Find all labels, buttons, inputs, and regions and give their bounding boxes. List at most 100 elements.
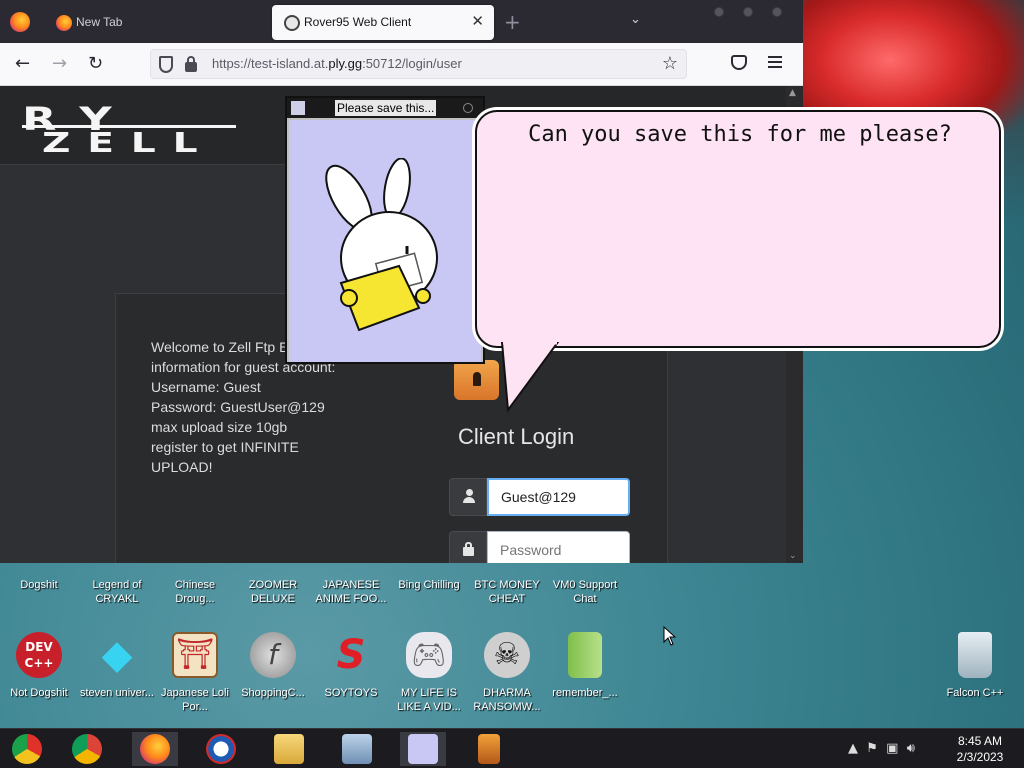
icon-label: Chinese Droug... [174, 579, 216, 605]
star-icon[interactable]: ☆ [662, 53, 678, 74]
taskbar-book[interactable] [466, 732, 512, 766]
icon-label: Dogshit [20, 579, 58, 591]
close-icon[interactable] [463, 103, 473, 113]
archive-icon [568, 632, 602, 678]
icon-label: remember_... [552, 687, 618, 699]
url-text[interactable]: https://test-island.at.ply.gg:50712/logi… [212, 56, 462, 71]
desktop-icon-btc-money[interactable]: BTC MONEY CHEAT [468, 578, 546, 606]
tray-icons[interactable]: ▲ ⚑ ▣ 🔊︎ [848, 741, 915, 756]
icon-label: DHARMA RANSOMW... [473, 687, 541, 713]
taskbar-firefox[interactable] [132, 732, 178, 766]
start-button[interactable] [4, 732, 50, 766]
flash-icon: f [250, 632, 296, 678]
devcpp-icon: DEV C++ [16, 632, 62, 678]
lock-icon[interactable] [185, 56, 197, 72]
minimize-button[interactable] [714, 7, 724, 17]
icon-label: JAPANESE ANIME FOO... [315, 579, 387, 605]
taskbar-network[interactable] [334, 732, 380, 766]
popup-window[interactable]: Please save this... [285, 96, 485, 364]
bunny-icon [408, 734, 438, 764]
logo-bottom: ZELL [42, 126, 215, 159]
speech-bubble-tail [500, 342, 560, 413]
welcome-line: Password: GuestUser@129 [151, 399, 325, 415]
tab-label: Rover95 Web Client [304, 15, 412, 29]
shield-icon[interactable] [159, 56, 173, 73]
desktop-icon-dogshit[interactable]: Dogshit [0, 578, 78, 592]
icon-label: Not Dogshit [10, 687, 68, 699]
icon-label: Falcon C++ [946, 687, 1004, 699]
clock-time: 8:45 AM [957, 734, 1003, 748]
icon-label: ZOOMER DELUXE [248, 579, 298, 605]
desktop-icon-shopping[interactable]: f ShoppingC... [234, 632, 312, 700]
clock[interactable]: 8:45 AM 2/3/2023 [945, 733, 1015, 765]
cursor-icon [663, 626, 677, 646]
welcome-line: UPLOAD! [151, 459, 213, 475]
tab-rover95[interactable]: Rover95 Web Client ✕ [272, 5, 494, 40]
bunny-icon [291, 101, 305, 115]
network-icon [342, 734, 372, 764]
bunny-folder-icon [325, 158, 438, 332]
taskbar-chrome[interactable] [64, 732, 110, 766]
taskbar-explorer[interactable] [266, 732, 312, 766]
taskbar-bunny[interactable] [400, 732, 446, 766]
recycle-bin-icon [958, 632, 992, 678]
popup-title: Please save this... [335, 100, 437, 116]
desktop-icon-legend-cryakl[interactable]: Legend of CRYAKL [78, 578, 156, 606]
reload-icon[interactable]: ↻ [88, 53, 103, 74]
icon-label: VM0 Support Chat [552, 579, 618, 605]
close-icon[interactable]: ✕ [471, 12, 484, 30]
firefox-icon [140, 734, 170, 764]
desktop-icon-japanese-anime[interactable]: JAPANESE ANIME FOO... [312, 578, 390, 606]
menu-icon[interactable] [768, 56, 782, 68]
lock-icon [463, 542, 474, 556]
maximize-button[interactable] [743, 7, 753, 17]
close-window-button[interactable] [772, 7, 782, 17]
desktop-icon-falcon[interactable]: Falcon C++ [936, 632, 1014, 700]
tab-label: New Tab [76, 15, 123, 29]
desktop-icon-remember[interactable]: remember_... [546, 632, 624, 700]
icon-label: Legend of CRYAKL [92, 579, 142, 605]
skull-icon: ☠ [484, 632, 530, 678]
username-input[interactable] [487, 478, 630, 516]
tab-new-tab[interactable]: New Tab [44, 5, 268, 40]
chevron-down-icon[interactable]: ⌄ [630, 12, 641, 27]
desktop-icon-japanese-loli[interactable]: ⛩ Japanese Loli Por... [156, 632, 234, 714]
scroll-down-icon[interactable]: ⌄ [789, 551, 797, 561]
icon-label: Japanese Loli Por... [161, 687, 229, 713]
username-row [449, 478, 630, 516]
popup-titlebar[interactable]: Please save this... [287, 98, 483, 118]
desktop-icon-chinese-droug[interactable]: Chinese Droug... [156, 578, 234, 606]
s-logo-icon: S [336, 632, 366, 678]
url-bar[interactable]: https://test-island.at.ply.gg:50712/logi… [150, 49, 687, 79]
firefox-icon[interactable] [10, 12, 30, 32]
password-row [449, 531, 630, 563]
desktop-icon-dharma[interactable]: ☠ DHARMA RANSOMW... [468, 632, 546, 714]
speech-bubble: Can you save this for me please? [475, 110, 1001, 348]
gamepad-icon: 🎮︎ [406, 632, 452, 678]
pocket-icon[interactable] [731, 55, 747, 70]
desktop-icon-not-dogshit[interactable]: DEV C++ Not Dogshit [0, 632, 78, 700]
desktop-icon-steven[interactable]: ◆ steven univer... [78, 632, 156, 700]
icon-label: SOYTOYS [324, 687, 378, 699]
welcome-line: max upload size 10gb [151, 419, 288, 435]
desktop-icon-soytoys[interactable]: S SOYTOYS [312, 632, 390, 700]
login-title: Client Login [458, 424, 575, 449]
bubble-text: Can you save this for me please? [528, 122, 952, 147]
obama-logo-icon [206, 734, 236, 764]
desktop-icon-my-life[interactable]: 🎮︎ MY LIFE IS LIKE A VID... [390, 632, 468, 714]
desktop-icon-vm0-support[interactable]: VM0 Support Chat [546, 578, 624, 606]
scroll-up-icon[interactable]: ▲ [789, 88, 796, 98]
taskbar-obama[interactable] [198, 732, 244, 766]
password-input[interactable] [487, 531, 630, 563]
icon-label: ShoppingC... [241, 687, 305, 699]
folder-icon [274, 734, 304, 764]
padlock-icon [454, 360, 499, 400]
back-icon[interactable]: ← [15, 53, 30, 74]
forward-icon[interactable]: → [52, 53, 67, 74]
desktop-icon-zoomer-deluxe[interactable]: ZOOMER DELUXE [234, 578, 312, 606]
welcome-line: Username: Guest [151, 379, 261, 395]
icon-label: MY LIFE IS LIKE A VID... [397, 687, 461, 713]
new-tab-icon[interactable]: + [504, 10, 521, 34]
desktop-icon-bing-chilling[interactable]: Bing Chilling [390, 578, 468, 592]
book-icon [478, 734, 500, 764]
